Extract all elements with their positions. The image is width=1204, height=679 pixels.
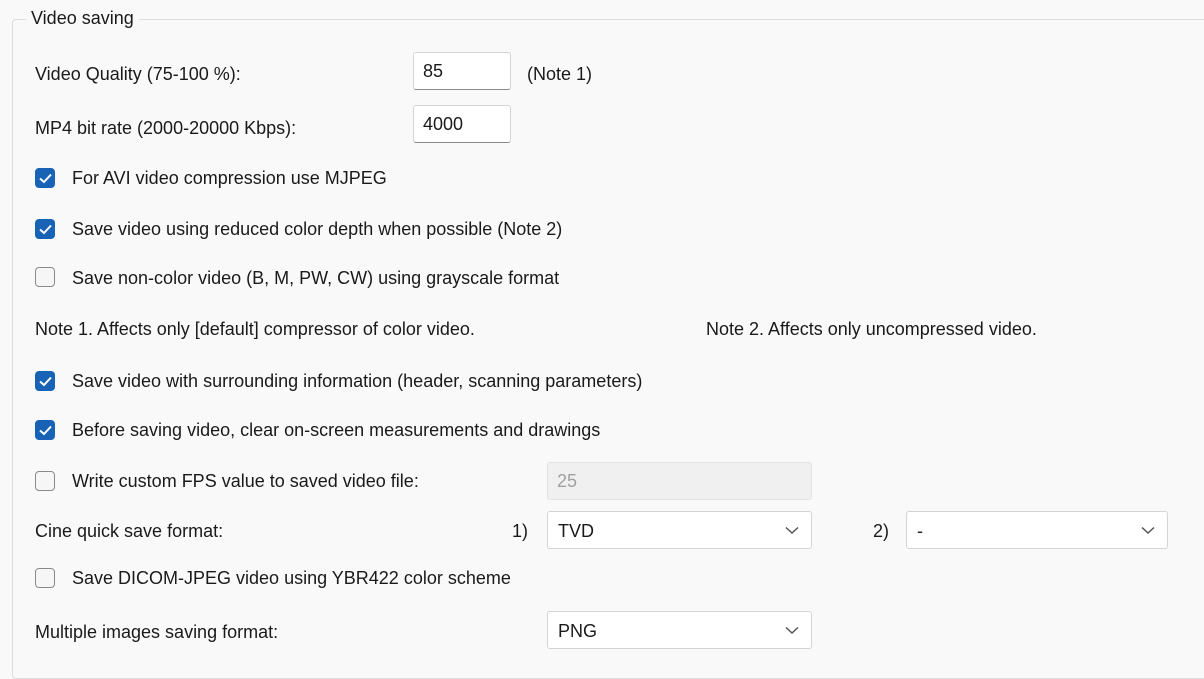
clear-measurements-label[interactable]: Before saving video, clear on-screen mea… <box>72 419 600 441</box>
grayscale-label[interactable]: Save non-color video (B, M, PW, CW) usin… <box>72 267 559 289</box>
reduced-color-label[interactable]: Save video using reduced color depth whe… <box>72 218 562 240</box>
cine-format-1-dropdown[interactable]: TVD <box>547 511 812 549</box>
cine-format-2-dropdown[interactable]: - <box>906 511 1168 549</box>
clear-measurements-checkbox[interactable] <box>35 420 55 440</box>
cine-format-1-number: 1) <box>512 521 529 541</box>
chevron-down-icon <box>1141 526 1155 535</box>
cine-format-2-number: 2) <box>873 521 890 541</box>
reduced-color-checkbox[interactable] <box>35 219 55 239</box>
video-quality-input[interactable]: 85 <box>413 52 511 90</box>
custom-fps-checkbox[interactable] <box>35 471 55 491</box>
custom-fps-input[interactable]: 25 <box>547 462 812 500</box>
checkmark-icon <box>39 376 52 387</box>
checkmark-icon <box>39 173 52 184</box>
note1-ref: (Note 1) <box>527 64 593 84</box>
multi-images-format-label: Multiple images saving format: <box>35 622 279 642</box>
note1-text: Note 1. Affects only [default] compresso… <box>35 319 475 339</box>
dicom-ybr-label[interactable]: Save DICOM-JPEG video using YBR422 color… <box>72 567 511 589</box>
chevron-down-icon <box>785 526 799 535</box>
grayscale-checkbox[interactable] <box>35 267 55 287</box>
dicom-ybr-checkbox[interactable] <box>35 568 55 588</box>
cine-format-1-value: TVD <box>558 521 594 541</box>
avi-mjpeg-checkbox[interactable] <box>35 168 55 188</box>
group-title: Video saving <box>26 8 139 29</box>
custom-fps-label[interactable]: Write custom FPS value to saved video fi… <box>72 470 419 492</box>
cine-format-2-value: - <box>917 521 923 541</box>
checkmark-icon <box>39 425 52 436</box>
surrounding-info-checkbox[interactable] <box>35 371 55 391</box>
cine-format-label: Cine quick save format: <box>35 521 224 541</box>
note2-text: Note 2. Affects only uncompressed video. <box>706 319 1037 339</box>
multi-images-format-value: PNG <box>558 621 598 641</box>
multi-images-format-dropdown[interactable]: PNG <box>547 611 812 649</box>
mp4-bitrate-input[interactable]: 4000 <box>413 105 511 143</box>
checkmark-icon <box>39 224 52 235</box>
avi-mjpeg-label[interactable]: For AVI video compression use MJPEG <box>72 167 387 189</box>
video-quality-label: Video Quality (75-100 %): <box>35 64 241 84</box>
mp4-bitrate-label: MP4 bit rate (2000-20000 Kbps): <box>35 118 297 138</box>
surrounding-info-label[interactable]: Save video with surrounding information … <box>72 370 642 392</box>
chevron-down-icon <box>785 626 799 635</box>
